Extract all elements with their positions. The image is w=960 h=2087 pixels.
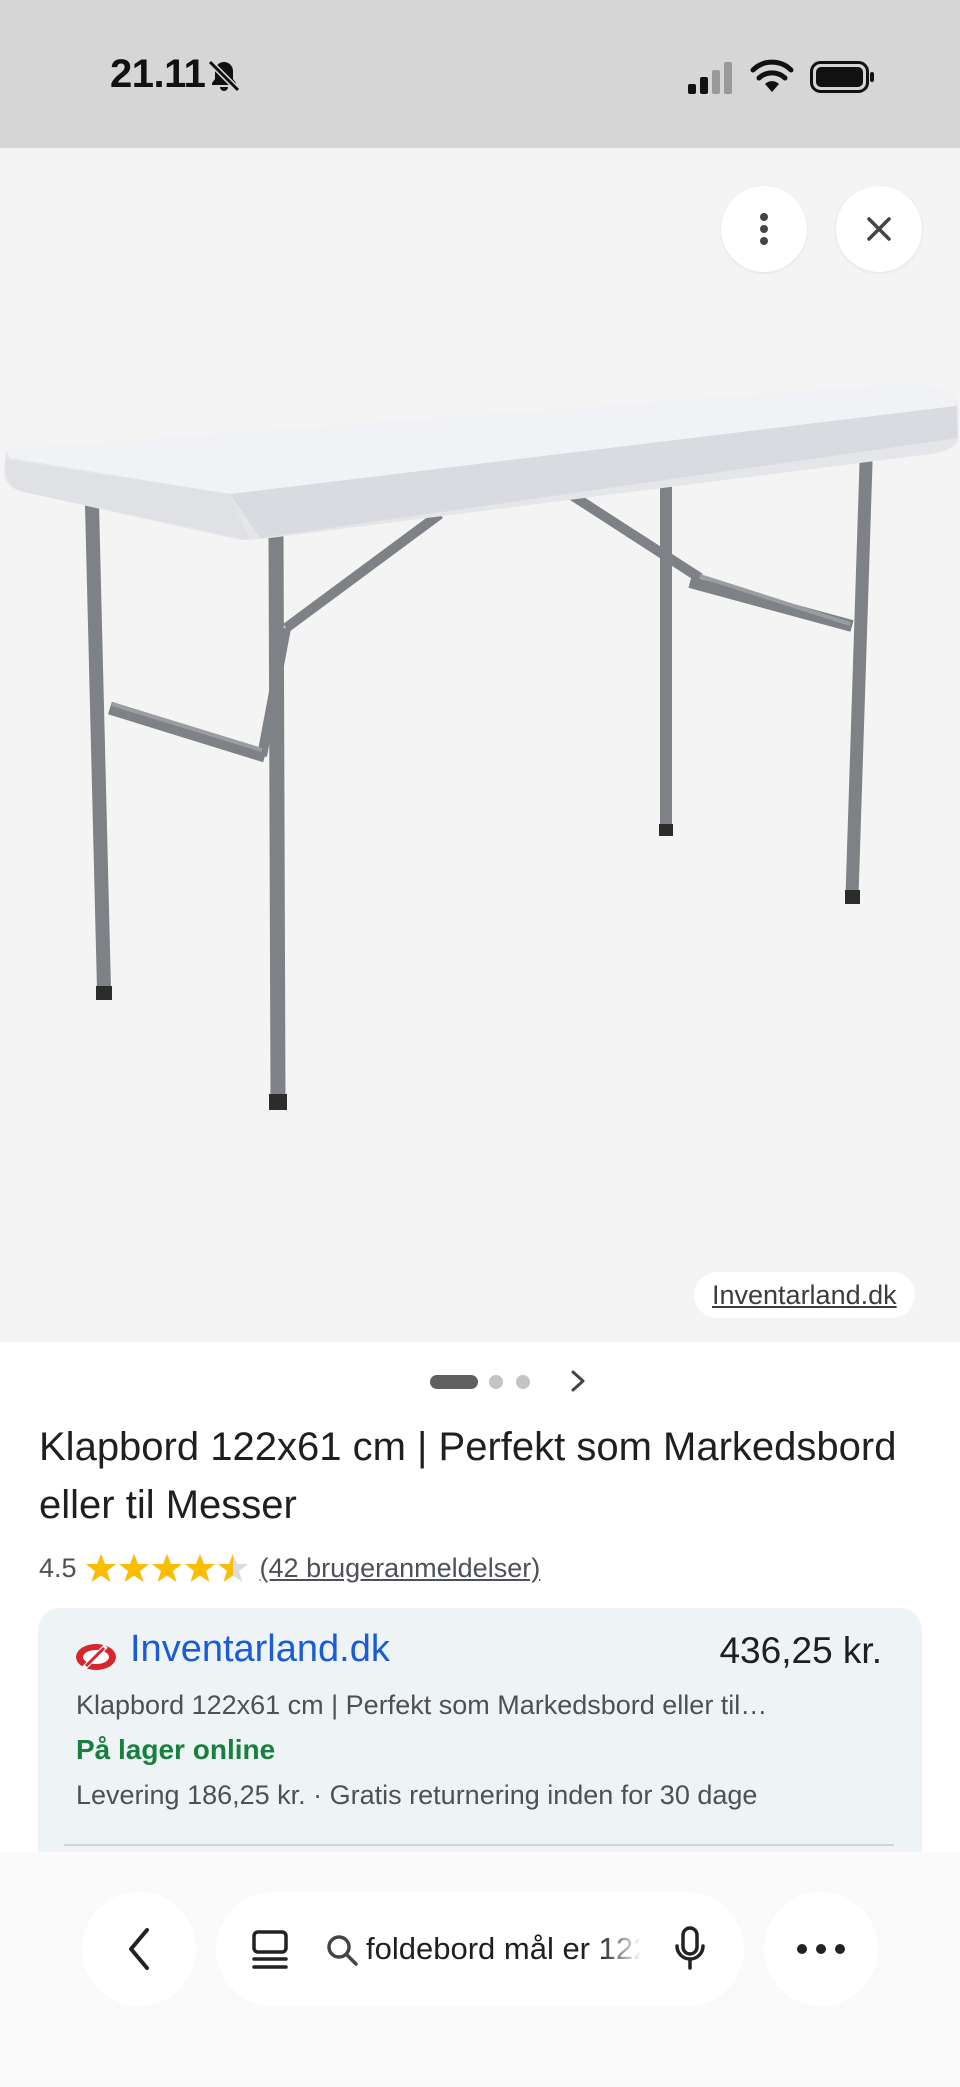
offer-price: 436,25 kr. (719, 1630, 882, 1671)
microphone-icon[interactable] (674, 1926, 706, 1972)
rating-value: 4.5 (39, 1552, 77, 1583)
status-time: 21.11 (110, 52, 206, 96)
star-half-icon (217, 1554, 248, 1582)
vertical-dots-icon (760, 213, 768, 245)
address-bar[interactable]: foldebord mål er 122 (216, 1892, 744, 2006)
carousel-dot[interactable] (489, 1375, 503, 1389)
more-menu-button[interactable] (764, 1892, 878, 2006)
star-full-icon (118, 1554, 149, 1582)
stock-status: På lager online (76, 1734, 276, 1765)
star-full-icon (151, 1554, 182, 1582)
product-title: Klapbord 122x61 cm | Perfekt som Markeds… (39, 1425, 897, 1527)
delivery-info: Levering 186,25 kr. · Gratis returnering… (76, 1780, 758, 1810)
more-options-button[interactable] (721, 186, 807, 272)
product-image-viewer[interactable]: Inventarland.dk (0, 148, 960, 1342)
folding-table-image (4, 384, 958, 1110)
browser-toolbar: foldebord mål er 122 (0, 1852, 960, 2087)
tabs-icon[interactable] (250, 1928, 290, 1972)
back-chevron-icon (129, 1928, 149, 1970)
bell-off-icon (207, 59, 241, 93)
carousel-dot[interactable] (516, 1375, 530, 1389)
offer-description: Klapbord 122x61 cm | Perfekt som Markeds… (76, 1690, 768, 1720)
close-icon (867, 217, 891, 241)
divider (64, 1844, 894, 1846)
merchant-logo (76, 1644, 116, 1670)
rating-stars (85, 1552, 250, 1584)
more-horizontal-icon (797, 1944, 845, 1954)
search-query[interactable]: foldebord mål er 122 (366, 1928, 641, 1970)
back-button[interactable] (82, 1892, 196, 2006)
status-bar: 21.11 (0, 0, 960, 148)
reviews-link[interactable]: (42 brugeranmeldelser) (260, 1553, 541, 1584)
carousel-indicator (0, 1368, 960, 1392)
merchant-link[interactable]: Inventarland.dk (130, 1628, 390, 1671)
cellular-signal-icon (688, 62, 732, 94)
battery-icon (810, 61, 874, 93)
image-source-link[interactable]: Inventarland.dk (694, 1272, 915, 1318)
offer-card[interactable]: Inventarland.dk 436,25 kr. Klapbord 122x… (38, 1608, 922, 1852)
star-full-icon (85, 1554, 116, 1582)
rating-row: 4.5 (42 brugeranmeldelser) (39, 1550, 540, 1586)
search-icon (327, 1935, 358, 1966)
wifi-icon (750, 59, 794, 92)
chevron-right-icon[interactable] (568, 1368, 588, 1394)
close-button[interactable] (836, 186, 922, 272)
star-full-icon (184, 1554, 215, 1582)
carousel-dot-active[interactable] (430, 1375, 478, 1389)
